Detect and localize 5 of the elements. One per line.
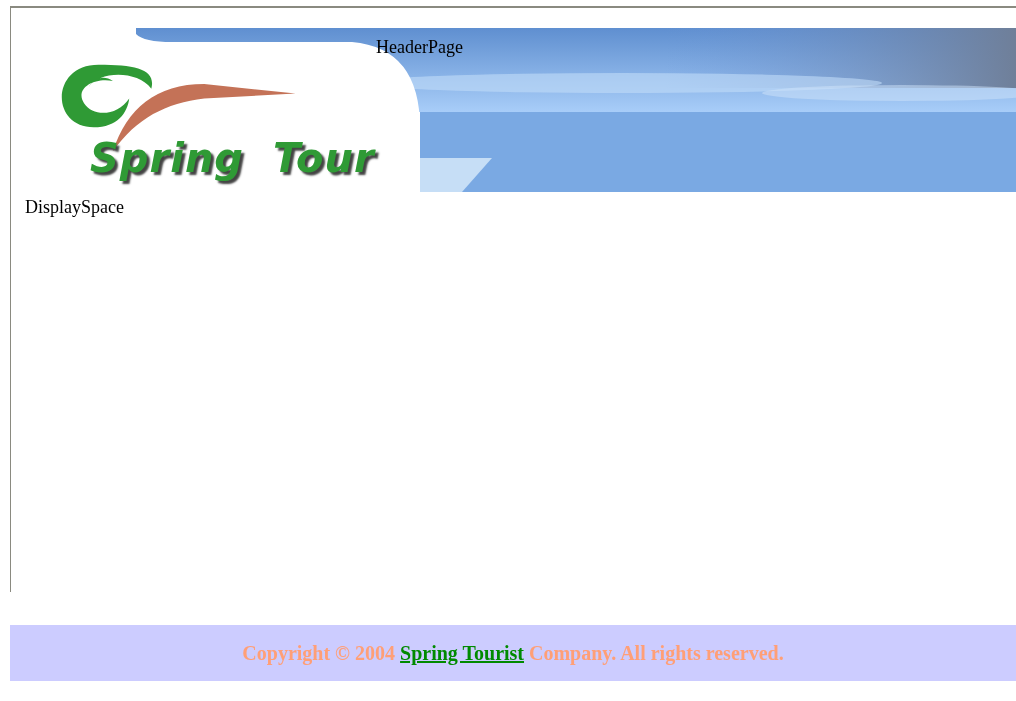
logo-text: Spring Tour xyxy=(90,134,375,182)
copyright-text: Copyright © 2004 Spring Tourist Company. All rights reserved. xyxy=(242,641,784,665)
header-label: HeaderPage xyxy=(376,36,463,58)
display-label: DisplaySpace xyxy=(25,197,124,217)
company-link[interactable]: Spring Tourist xyxy=(400,641,524,664)
